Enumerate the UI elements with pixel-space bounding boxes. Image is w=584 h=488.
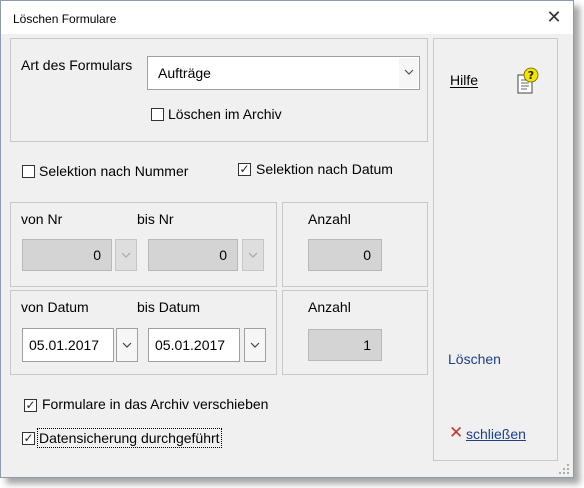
number-range-group: von Nr bis Nr 0 0 bbox=[10, 202, 277, 287]
delete-button[interactable]: Löschen bbox=[448, 351, 501, 367]
chevron-down-icon bbox=[404, 69, 413, 75]
to-number-dropdown[interactable] bbox=[242, 239, 264, 271]
close-x-icon: ✕ bbox=[449, 423, 464, 442]
form-type-dropdown-button[interactable] bbox=[399, 58, 418, 88]
archive-delete-label: Löschen im Archiv bbox=[168, 106, 282, 122]
from-date-dropdown[interactable] bbox=[116, 328, 138, 362]
number-count-group: Anzahl 0 bbox=[282, 202, 428, 287]
select-by-date-checkbox[interactable]: ✓ bbox=[238, 163, 251, 176]
number-count-label: Anzahl bbox=[308, 211, 351, 227]
chevron-down-icon bbox=[248, 252, 258, 258]
to-number-label: bis Nr bbox=[137, 211, 174, 227]
from-date-label: von Datum bbox=[21, 299, 89, 315]
date-count-group: Anzahl 1 bbox=[282, 290, 428, 375]
archive-delete-checkbox[interactable] bbox=[151, 108, 164, 121]
window-title: Löschen Formulare bbox=[13, 12, 117, 26]
chevron-down-icon bbox=[250, 342, 260, 348]
title-bar: Löschen Formulare ✕ bbox=[1, 1, 573, 34]
svg-text:?: ? bbox=[528, 69, 534, 82]
date-count-label: Anzahl bbox=[308, 299, 351, 315]
to-date-label: bis Datum bbox=[137, 299, 201, 315]
from-date-input[interactable]: 05.01.2017 bbox=[22, 328, 114, 362]
select-by-number-label: Selektion nach Nummer bbox=[39, 163, 189, 179]
form-type-group: Art des Formulars Aufträge Löschen im Ar… bbox=[10, 38, 428, 142]
form-type-value: Aufträge bbox=[158, 65, 211, 81]
number-count-value: 0 bbox=[308, 239, 382, 271]
help-document-icon[interactable]: ? bbox=[516, 67, 540, 95]
move-to-archive-label: Formulare in das Archiv verschieben bbox=[42, 396, 269, 412]
form-type-select[interactable]: Aufträge bbox=[147, 56, 420, 90]
to-date-input[interactable]: 05.01.2017 bbox=[148, 328, 240, 362]
from-number-label: von Nr bbox=[21, 211, 63, 227]
select-by-date-label: Selektion nach Datum bbox=[256, 161, 393, 177]
close-button[interactable]: schließen bbox=[466, 426, 526, 442]
to-date-dropdown[interactable] bbox=[244, 328, 266, 362]
sidebar-panel: Hilfe ? Löschen ✕ schließen bbox=[433, 38, 558, 461]
move-to-archive-checkbox[interactable]: ✓ bbox=[24, 399, 37, 412]
resize-grip-icon[interactable] bbox=[558, 463, 570, 475]
chevron-down-icon bbox=[121, 252, 131, 258]
date-count-value: 1 bbox=[308, 329, 382, 361]
window-close-button[interactable]: ✕ bbox=[542, 6, 566, 28]
from-number-input[interactable]: 0 bbox=[22, 239, 112, 271]
date-range-group: von Datum bis Datum 05.01.2017 05.01.201… bbox=[10, 290, 277, 375]
dialog-window: Löschen Formulare ✕ Art des Formulars Au… bbox=[0, 0, 574, 478]
from-number-dropdown[interactable] bbox=[115, 239, 137, 271]
to-number-input[interactable]: 0 bbox=[148, 239, 238, 271]
backup-done-checkbox[interactable]: ✓ bbox=[22, 432, 35, 445]
backup-done-label: Datensicherung durchgeführt bbox=[37, 428, 222, 448]
chevron-down-icon bbox=[122, 342, 132, 348]
form-type-label: Art des Formulars bbox=[21, 57, 133, 73]
select-by-number-checkbox[interactable] bbox=[22, 165, 35, 178]
help-button[interactable]: Hilfe bbox=[450, 72, 478, 88]
